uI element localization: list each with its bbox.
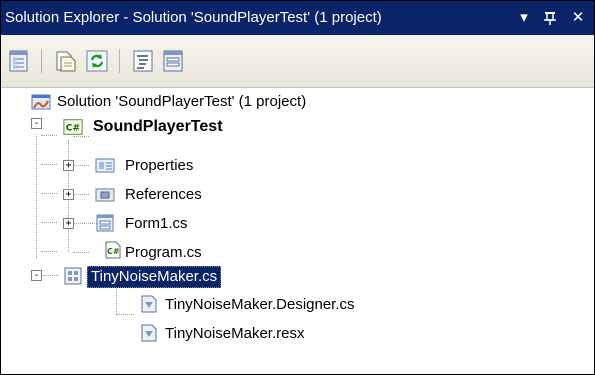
pin-icon[interactable] [540, 7, 560, 29]
view-designer-icon [163, 50, 183, 72]
view-code-icon [133, 50, 153, 72]
tree-connector [41, 135, 57, 137]
project-label: SoundPlayerTest [93, 118, 223, 135]
solution-icon [31, 94, 51, 110]
window-title: Solution Explorer - Solution 'SoundPlaye… [5, 9, 382, 26]
tinynoisemaker-label: TinyNoiseMaker.cs [87, 266, 222, 288]
program-label: Program.cs [125, 244, 202, 261]
references-folder-icon [95, 188, 115, 202]
show-all-files-button[interactable] [53, 49, 77, 73]
tree-connector [41, 193, 57, 195]
solution-explorer-window: Solution Explorer - Solution 'SoundPlaye… [0, 0, 595, 375]
toolbar [1, 35, 594, 88]
tree-connector [73, 165, 89, 167]
close-icon[interactable]: ✕ [568, 7, 588, 29]
expand-expander[interactable]: + [63, 189, 74, 200]
solution-tree[interactable]: Solution 'SoundPlayerTest' (1 project) -… [1, 88, 594, 374]
tree-connector [73, 252, 89, 254]
csharp-project-icon: C# [63, 119, 83, 135]
expand-expander[interactable]: + [63, 218, 74, 229]
properties-icon [9, 50, 28, 72]
designer-label: TinyNoiseMaker.Designer.cs [165, 296, 355, 313]
solution-label: Solution 'SoundPlayerTest' (1 project) [57, 93, 307, 110]
refresh-icon [86, 50, 108, 72]
tree-connector [41, 164, 57, 166]
form1-label: Form1.cs [125, 215, 188, 232]
properties-button[interactable] [7, 49, 31, 73]
designer-file-icon [141, 295, 157, 313]
svg-text:C#: C# [66, 124, 80, 134]
tree-connector [36, 134, 38, 259]
title-bar-controls: ▾ ✕ [512, 7, 592, 29]
title-bar[interactable]: Solution Explorer - Solution 'SoundPlaye… [1, 1, 594, 35]
view-code-button[interactable] [131, 49, 155, 73]
resx-label: TinyNoiseMaker.resx [165, 325, 305, 342]
toolbar-separator [41, 49, 42, 73]
svg-text:C#: C# [107, 247, 120, 256]
show-all-files-icon [56, 51, 76, 72]
collapse-expander[interactable]: - [31, 270, 42, 281]
form-icon [96, 214, 114, 232]
tree-connector [41, 222, 57, 224]
component-icon [64, 267, 82, 285]
properties-label: Properties [125, 157, 194, 174]
csharp-file-icon: C# [105, 241, 121, 259]
refresh-button[interactable] [85, 49, 109, 73]
references-label: References [125, 186, 202, 203]
expand-expander[interactable]: + [63, 160, 74, 171]
resx-file-icon [141, 324, 157, 342]
properties-folder-icon [95, 158, 115, 173]
dropdown-icon[interactable]: ▾ [514, 7, 534, 29]
view-designer-button[interactable] [161, 49, 185, 73]
tree-connector [116, 314, 134, 316]
tree-connector [73, 194, 89, 196]
toolbar-separator [119, 49, 120, 73]
tree-connector [41, 251, 57, 253]
collapse-expander[interactable]: - [31, 118, 42, 129]
tree-connector [43, 275, 59, 277]
